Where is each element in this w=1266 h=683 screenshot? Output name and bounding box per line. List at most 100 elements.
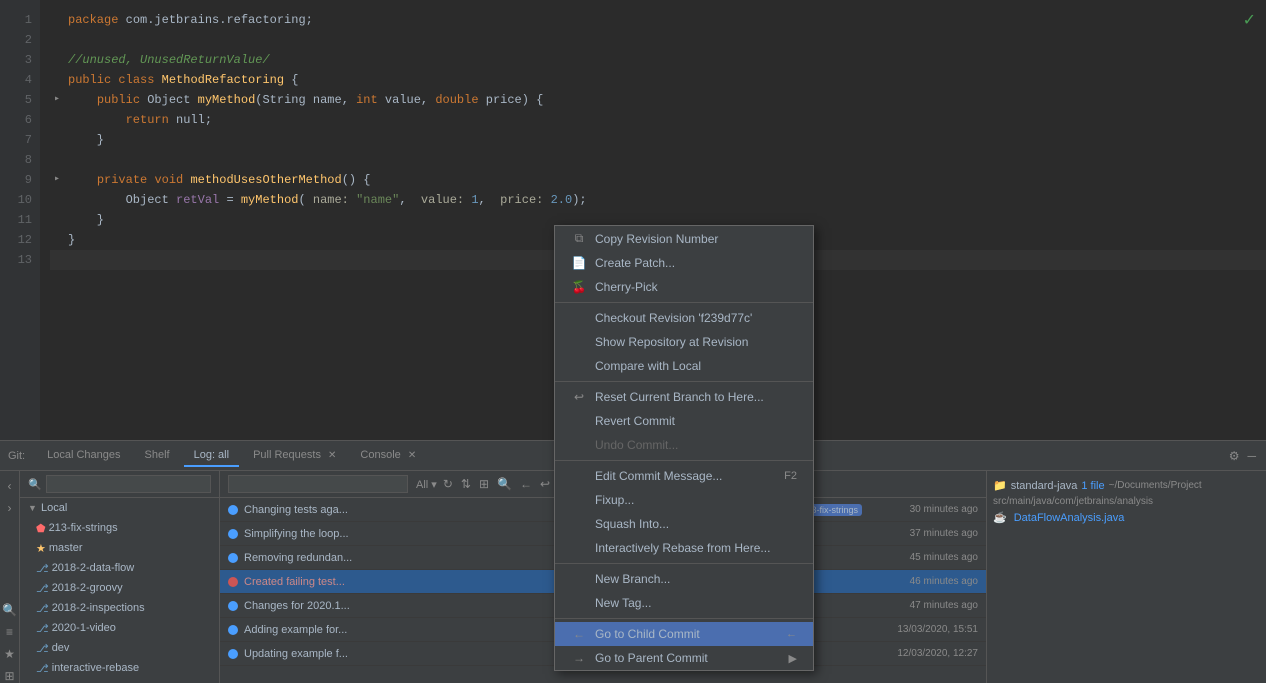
sidebar-search-input[interactable] [46, 475, 211, 493]
child-commit-icon: ← [571, 627, 587, 641]
menu-checkout-label: Checkout Revision 'f239d77c' [595, 311, 797, 325]
code-text-6: return null; [64, 110, 212, 130]
go-prev-icon[interactable]: ← [518, 475, 534, 493]
menu-undo-commit: Undo Commit... [555, 433, 813, 457]
line-num-9: 9 [0, 170, 40, 190]
tree-item-groovy[interactable]: ⎇ 2018-2-groovy [20, 578, 219, 598]
line-num-13: 13 [0, 250, 40, 270]
tab-pull-requests[interactable]: Pull Requests ✕ [243, 445, 346, 467]
commit-dot-2 [228, 553, 238, 563]
diff-icon[interactable]: ⊞ [4, 669, 14, 683]
code-text-12: } [64, 230, 75, 250]
line-num-3: 3 [0, 50, 40, 70]
menu-show-repo[interactable]: Show Repository at Revision [555, 330, 813, 354]
pull-requests-close-icon[interactable]: ✕ [328, 450, 336, 461]
branch-groovy-label: 2018-2-groovy [52, 582, 123, 594]
sort-icon[interactable]: ⇅ [459, 475, 473, 493]
panel-toolbar-icons: ⚙ ─ [1227, 447, 1258, 465]
menu-create-patch[interactable]: 📄 Create Patch... [555, 251, 813, 275]
menu-new-tag-label: New Tag... [595, 596, 797, 610]
menu-show-repo-label: Show Repository at Revision [595, 335, 797, 349]
code-line-6: return null; [50, 110, 1266, 130]
commit-time-6: 12/03/2020, 12:27 [868, 648, 978, 659]
line-num-4: 4 [0, 70, 40, 90]
line-num-12: 12 [0, 230, 40, 250]
log-search-icon[interactable]: 🔍 [495, 475, 514, 493]
menu-checkout-revision[interactable]: Checkout Revision 'f239d77c' [555, 306, 813, 330]
local-label: Local [41, 502, 67, 514]
menu-undo-label: Undo Commit... [595, 438, 797, 452]
menu-revert-label: Revert Commit [595, 414, 797, 428]
refresh-icon[interactable]: ↻ [441, 475, 455, 493]
right-panel-file[interactable]: ☕ DataFlowAnalysis.java [993, 509, 1260, 526]
nav-next-icon[interactable]: › [8, 501, 12, 515]
branch-master-label: master [49, 542, 83, 554]
line-num-8: 8 [0, 150, 40, 170]
search-icon: 🔍 [28, 478, 42, 491]
tree-item-master[interactable]: ★ master [20, 538, 219, 558]
code-line-1: package com.jetbrains.refactoring; [50, 10, 1266, 30]
tab-log-all[interactable]: Log: all [184, 445, 239, 467]
commit-time-0: 30 minutes ago [868, 504, 978, 515]
right-panel: 📁 standard-java 1 file ~/Documents/Proje… [986, 471, 1266, 683]
menu-new-branch-label: New Branch... [595, 572, 797, 586]
tree-item-dev[interactable]: ⎇ dev [20, 638, 219, 658]
right-panel-src-path: src/main/java/com/jetbrains/analysis [993, 494, 1260, 509]
log-search-input[interactable] [228, 475, 408, 493]
tab-console[interactable]: Console ✕ [350, 445, 426, 467]
tree-item-inspections[interactable]: ⎇ 2018-2-inspections [20, 598, 219, 618]
bookmark-icon[interactable]: ★ [4, 647, 15, 661]
group-icon[interactable]: ⊞ [477, 475, 491, 493]
menu-cherry-pick[interactable]: 🍒 Cherry-Pick [555, 275, 813, 299]
folder-icon: 📁 [993, 479, 1007, 492]
console-close-icon[interactable]: ✕ [408, 450, 416, 461]
tab-local-changes[interactable]: Local Changes [37, 445, 130, 467]
branch-icon-1: ⎇ [36, 562, 49, 575]
tab-shelf[interactable]: Shelf [135, 445, 180, 467]
menu-edit-message[interactable]: Edit Commit Message... F2 [555, 464, 813, 488]
menu-reset-branch[interactable]: ↩ Reset Current Branch to Here... [555, 385, 813, 409]
menu-compare-local[interactable]: Compare with Local [555, 354, 813, 378]
separator-1 [555, 302, 813, 303]
filter-icon[interactable]: ≡ [6, 625, 13, 639]
menu-go-child[interactable]: ← Go to Child Commit ← [555, 622, 813, 646]
line-num-1: 1 [0, 10, 40, 30]
line-num-6: 6 [0, 110, 40, 130]
branch-dev-label: dev [52, 642, 70, 654]
code-text-7: } [64, 130, 104, 150]
checkmark-icon: ✓ [1243, 10, 1256, 30]
code-line-9: ▸ private void methodUsesOtherMethod() { [50, 170, 1266, 190]
tree-item-video[interactable]: ⎇ 2020-1-video [20, 618, 219, 638]
undo-icon[interactable]: ↩ [538, 475, 552, 493]
tree-item-interactive-rebase[interactable]: ⎇ interactive-rebase [20, 658, 219, 678]
search-side-icon[interactable]: 🔍 [2, 603, 17, 617]
commit-time-5: 13/03/2020, 15:51 [868, 624, 978, 635]
minimize-icon[interactable]: ─ [1245, 447, 1258, 465]
menu-revert-commit[interactable]: Revert Commit [555, 409, 813, 433]
line-numbers: 1 2 3 4 5 6 7 8 9 10 11 12 13 [0, 0, 40, 440]
sidebar-search-bar: 🔍 [20, 471, 219, 498]
menu-fixup[interactable]: Fixup... [555, 488, 813, 512]
file-name-label: DataFlowAnalysis.java [1014, 512, 1125, 524]
branch-fix-strings-label: 213-fix-strings [49, 522, 118, 534]
menu-squash[interactable]: Squash Into... [555, 512, 813, 536]
menu-new-branch[interactable]: New Branch... [555, 567, 813, 591]
code-text-1: package com.jetbrains.refactoring; [64, 10, 313, 30]
nav-prev-icon[interactable]: ‹ [8, 479, 12, 493]
menu-reset-label: Reset Current Branch to Here... [595, 390, 797, 404]
menu-new-tag[interactable]: New Tag... [555, 591, 813, 615]
menu-cherry-pick-label: Cherry-Pick [595, 280, 797, 294]
tree-item-data-flow[interactable]: ⎇ 2018-2-data-flow [20, 558, 219, 578]
tree-item-local[interactable]: ▼ Local [20, 498, 219, 518]
commit-dot-4 [228, 601, 238, 611]
branch-inspections-label: 2018-2-inspections [52, 602, 145, 614]
menu-compare-label: Compare with Local [595, 359, 797, 373]
menu-copy-revision[interactable]: ⧉ Copy Revision Number [555, 226, 813, 251]
commit-dot-0 [228, 505, 238, 515]
menu-interactive-rebase[interactable]: Interactively Rebase from Here... [555, 536, 813, 560]
menu-copy-revision-label: Copy Revision Number [595, 232, 797, 246]
tree-item-fix-strings[interactable]: ⬟ 213-fix-strings [20, 518, 219, 538]
code-line-7: } [50, 130, 1266, 150]
settings-icon[interactable]: ⚙ [1227, 447, 1242, 465]
menu-go-parent[interactable]: → Go to Parent Commit ▶ [555, 646, 813, 670]
